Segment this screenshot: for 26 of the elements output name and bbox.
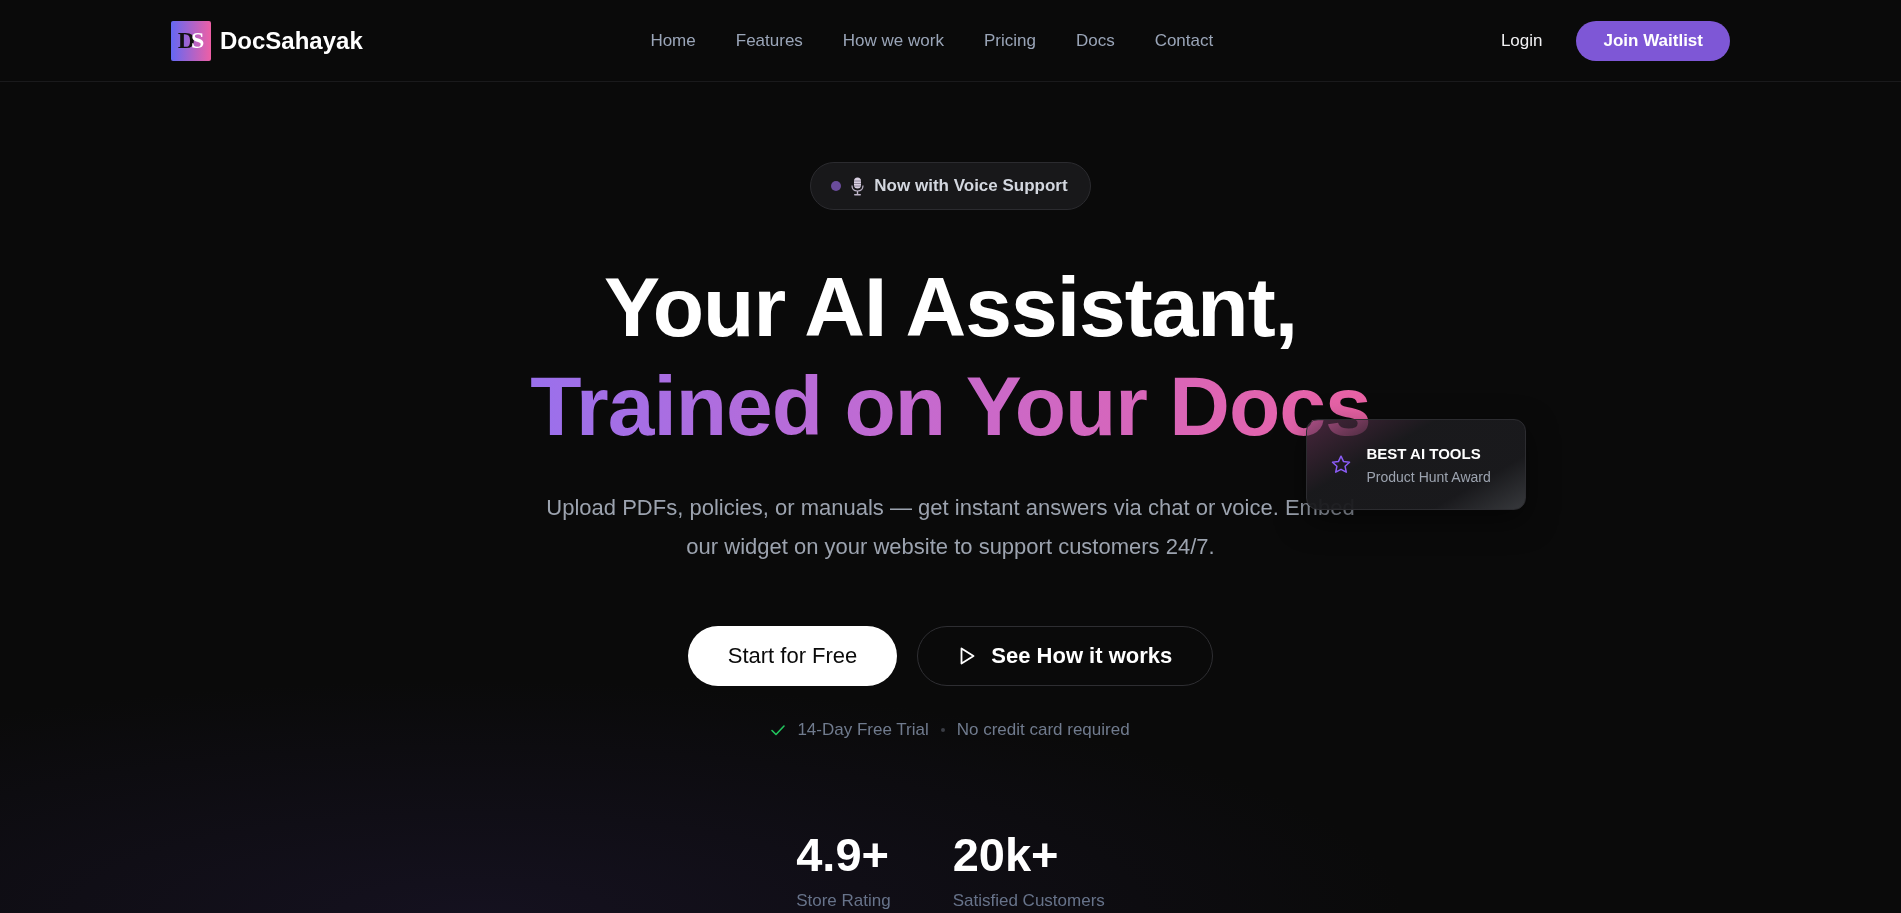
perk-text: No credit card required [956,719,1130,741]
stat-label: Store Rating [796,890,891,911]
check-icon [771,724,786,736]
nav-link[interactable]: How we work [842,30,944,51]
dot-icon [831,181,842,191]
logo-tile: DS [171,20,211,61]
bullet-icon [940,728,945,732]
headline: Your AI Assistant, [604,259,1297,356]
play-icon [960,647,976,665]
nav-link[interactable]: Features [735,30,803,51]
stat-value: 20k+ [952,832,1060,878]
stat-label: Satisfied Customers [952,890,1105,911]
microphone-icon [851,176,865,196]
nav-link[interactable]: Pricing [983,30,1036,51]
nav-link[interactable]: Home [650,30,696,51]
start-button[interactable]: Start for Free [687,626,898,686]
nav-link[interactable]: Docs [1075,30,1115,51]
perk-text: 14-Day Free Trial [797,719,929,741]
nav-link[interactable]: Contact [1154,30,1214,51]
star-icon [1330,455,1351,474]
join-waitlist-button[interactable]: Join Waitlist [1576,20,1730,61]
brand-name[interactable]: DocSahayak [220,26,363,55]
award-subtitle: Product Hunt Award [1366,468,1491,485]
stat-value: 4.9+ [796,832,890,878]
badge-text: Now with Voice Support [874,176,1068,196]
login-link[interactable]: Login [1500,30,1543,51]
